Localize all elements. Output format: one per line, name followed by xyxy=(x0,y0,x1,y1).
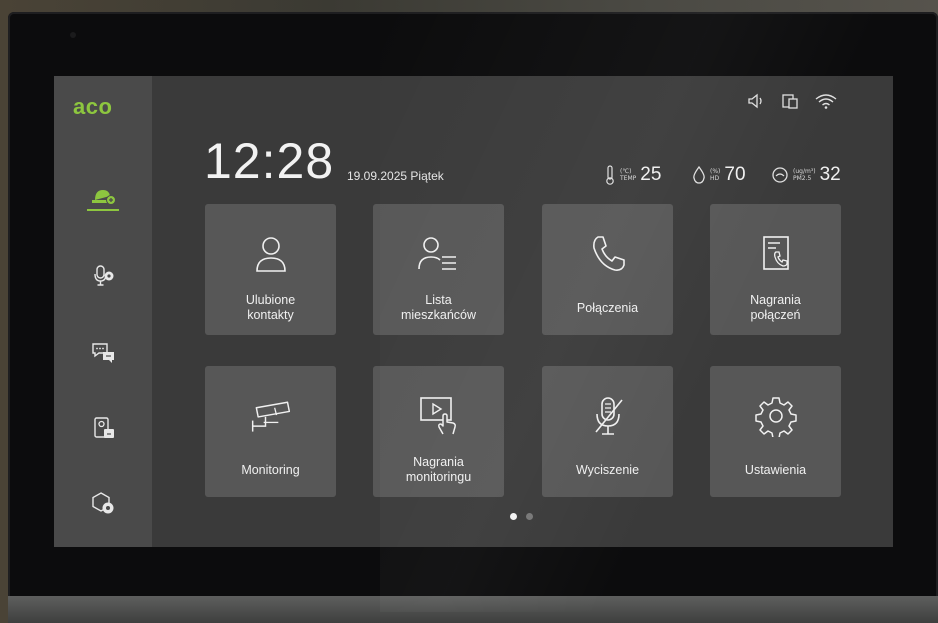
camera-icon xyxy=(251,401,291,432)
settings-hexagon-icon xyxy=(92,492,114,514)
humidity-unit: (%) xyxy=(710,168,721,175)
device-link-icon[interactable] xyxy=(780,92,800,110)
sensor-temperature: (℃) TEMP 25 xyxy=(604,164,661,186)
sidebar-item-settings[interactable] xyxy=(85,486,121,522)
tile-favorite-contacts[interactable]: Ulubione kontakty xyxy=(205,204,336,335)
tile-calls[interactable]: Połączenia xyxy=(542,204,673,335)
tile-label: Połączenia xyxy=(576,300,639,315)
temp-unit: (℃) xyxy=(620,168,632,175)
tile-call-recordings[interactable]: Nagrania połączeń xyxy=(710,204,841,335)
temp-value: 25 xyxy=(640,164,662,185)
sidebar-item-microphone[interactable] xyxy=(85,257,121,293)
clock-time: 12:28 xyxy=(204,133,335,189)
phone-icon xyxy=(593,236,625,271)
mic-muted-icon xyxy=(595,397,623,435)
sensor-humidity: (%) HD 70 xyxy=(692,164,746,186)
device-bottom-edge xyxy=(8,596,938,623)
air-quality-icon xyxy=(772,167,788,183)
tile-resident-list[interactable]: Lista mieszkańców xyxy=(373,204,504,335)
tile-label: Ulubione kontakty xyxy=(245,293,296,322)
tile-monitoring[interactable]: Monitoring xyxy=(205,366,336,497)
tile-label: Lista mieszkańców xyxy=(400,293,477,322)
humidity-label: HD xyxy=(710,175,720,182)
tile-label: Wyciszenie xyxy=(575,462,640,477)
air-unit: (ug/m³) xyxy=(793,168,816,175)
status-bar xyxy=(746,92,838,110)
tile-label: Nagrania monitoringu xyxy=(405,455,472,484)
sidebar: aco xyxy=(54,76,152,547)
call-recording-icon xyxy=(763,236,789,270)
device-camera xyxy=(70,32,76,38)
gear-icon xyxy=(755,397,797,437)
humidity-drop-icon xyxy=(693,165,705,184)
messages-icon xyxy=(92,343,114,363)
brand-logo: aco xyxy=(73,94,113,119)
active-indicator xyxy=(87,209,119,211)
speaker-icon[interactable] xyxy=(746,92,766,110)
tile-label: Ustawienia xyxy=(744,462,807,477)
sidebar-item-door-station[interactable] xyxy=(85,410,121,446)
microphone-settings-icon xyxy=(94,265,114,286)
user-icon xyxy=(256,237,286,272)
air-value: 32 xyxy=(819,164,841,185)
tile-label: Nagrania połączeń xyxy=(750,293,801,322)
tile-label: Monitoring xyxy=(241,462,300,477)
resident-list-icon xyxy=(418,237,456,270)
thermometer-icon xyxy=(606,165,614,185)
video-touch-icon xyxy=(420,397,456,435)
door-station-icon xyxy=(94,417,114,438)
temp-label: TEMP xyxy=(620,175,637,182)
clock-date: 19.09.2025 Piątek xyxy=(347,169,444,183)
touch-screen: aco 12:28 19.09.2025 Piątek (℃) TEMP 25 … xyxy=(54,76,893,547)
pagination-dots xyxy=(510,513,533,520)
intercom-icon xyxy=(92,190,116,205)
humidity-value: 70 xyxy=(724,164,746,185)
air-label: PM2.5 xyxy=(793,175,812,182)
tile-mute[interactable]: Wyciszenie xyxy=(542,366,673,497)
tile-settings[interactable]: Ustawienia xyxy=(710,366,841,497)
page-dot-1[interactable] xyxy=(510,513,517,520)
page-dot-2[interactable] xyxy=(526,513,533,520)
sensor-air-quality: (ug/m³) PM2.5 32 xyxy=(771,164,841,186)
wifi-icon[interactable] xyxy=(814,92,838,110)
tile-monitoring-recordings[interactable]: Nagrania monitoringu xyxy=(373,366,504,497)
sidebar-item-messages[interactable] xyxy=(85,334,121,370)
